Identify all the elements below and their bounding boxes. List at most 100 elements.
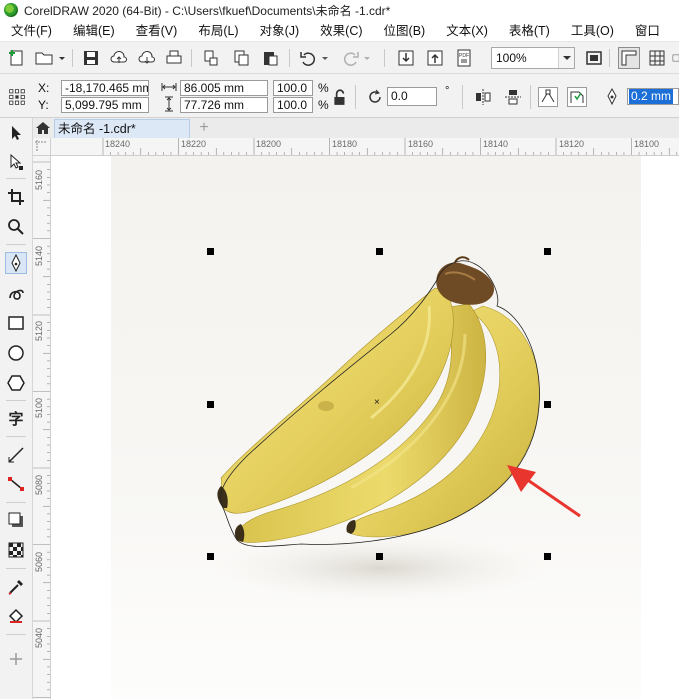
pdf-icon[interactable]: PDF [453,47,475,69]
ruler-label: 18140 [483,139,509,149]
home-icon[interactable] [33,118,53,138]
cloud-upload-icon[interactable] [108,47,130,69]
export-icon[interactable] [424,47,446,69]
menu-tools[interactable]: 工具(O) [560,20,624,42]
scale-width-input[interactable]: 100.0 [273,80,313,96]
ruler-label: 18200 [256,139,282,149]
freehand-tool-icon[interactable] [5,252,27,274]
rectangle-tool-icon[interactable] [5,312,27,334]
height-icon [160,96,178,112]
cut-icon[interactable] [200,47,222,69]
x-position-input[interactable]: -18,170.465 mm [61,80,149,96]
vertical-ruler[interactable]: 5160 5140 5120 5100 5080 5060 5040 [33,156,51,699]
copy-icon[interactable] [230,47,252,69]
open-folder-icon[interactable] [33,47,55,69]
mirror-horizontal-icon[interactable] [473,87,493,107]
connector-tool-icon[interactable] [5,473,27,495]
outline-pen-icon [604,87,620,107]
degree-label: ° [445,85,450,97]
width-input[interactable]: 86.005 mm [180,80,268,96]
height-input[interactable]: 77.726 mm [180,97,268,113]
svg-text:字: 字 [8,410,23,427]
chevron-down-icon[interactable] [558,48,574,68]
wrap-text-icon[interactable] [567,87,587,107]
selection-handle-left[interactable] [207,401,214,408]
selection-handle-top[interactable] [376,248,383,255]
rulers-icon[interactable] [618,47,640,69]
dimension-tool-icon[interactable] [5,444,27,466]
scale-height-input[interactable]: 100.0 [273,97,313,113]
new-document-icon[interactable] [6,47,28,69]
full-screen-icon[interactable] [583,47,605,69]
open-dropdown-icon[interactable] [55,47,69,69]
annotation-arrow [507,465,581,518]
selection-handle-bottom-left[interactable] [207,553,214,560]
percent-label: % [318,98,329,112]
eyedropper-tool-icon[interactable] [5,576,27,598]
paste-icon[interactable] [259,47,281,69]
menu-bitmaps[interactable]: 位图(B) [373,20,436,42]
drawing-canvas[interactable]: × [51,156,679,699]
menu-edit[interactable]: 编辑(E) [62,20,125,42]
menu-effects[interactable]: 效果(C) [309,20,372,42]
pick-tool-icon[interactable] [5,122,27,144]
menu-view[interactable]: 查看(V) [125,20,188,42]
artistic-media-icon[interactable] [5,282,27,304]
shape-tool-icon[interactable] [5,151,27,173]
rotation-input[interactable]: 0.0 [387,87,437,106]
interactive-fill-icon[interactable] [5,605,27,627]
undo-dropdown-icon[interactable] [319,47,331,69]
menu-text[interactable]: 文本(X) [435,20,498,42]
ruler-origin[interactable] [33,138,51,156]
tab-document[interactable]: 未命名 -1.cdr* [54,119,190,138]
undo-icon[interactable] [297,47,319,69]
zoom-level-combo[interactable]: 100% [491,47,575,69]
text-tool-icon[interactable]: 字 [5,407,27,429]
redo-icon[interactable] [340,47,362,69]
zoom-level-value[interactable]: 100% [492,51,558,65]
selection-handle-top-left[interactable] [207,248,214,255]
object-origin-icon[interactable] [5,86,29,108]
menu-window[interactable]: 窗口 [624,20,670,42]
menu-object[interactable]: 对象(J) [249,20,310,42]
print-icon[interactable] [163,47,185,69]
selection-handle-top-right[interactable] [544,248,551,255]
menu-bar: 文件(F) 编辑(E) 查看(V) 布局(L) 对象(J) 效果(C) 位图(B… [0,20,679,42]
ruler-label: 5040 [34,627,44,648]
drop-shadow-icon[interactable] [5,509,27,531]
selection-handle-bottom[interactable] [376,553,383,560]
redo-dropdown-icon[interactable] [361,47,373,69]
y-position-input[interactable]: 5,099.795 mm [61,97,149,113]
lock-ratio-icon[interactable] [332,89,348,105]
selection-center-mark[interactable]: × [374,398,380,408]
new-tab-icon[interactable]: + [194,118,214,138]
ruler-label: 5160 [34,169,44,190]
save-icon[interactable] [80,47,102,69]
ruler-label: 5060 [34,551,44,572]
grid-icon[interactable] [646,47,668,69]
node-edit-icon[interactable] [538,87,558,107]
window-title: CorelDRAW 2020 (64-Bit) - C:\Users\fkuef… [24,3,391,18]
horizontal-ruler[interactable]: 18240 18220 18200 18180 18160 18140 1812… [51,138,679,156]
menu-file[interactable]: 文件(F) [0,20,62,42]
polygon-tool-icon[interactable] [5,372,27,394]
mirror-vertical-icon[interactable] [503,87,523,107]
app-logo-icon [4,3,18,17]
selection-handle-bottom-right[interactable] [544,553,551,560]
crop-tool-icon[interactable] [5,186,27,208]
banana-shadow [211,534,551,602]
ellipse-tool-icon[interactable] [5,342,27,364]
banana-image[interactable] [51,156,679,699]
ruler-label: 5100 [34,397,44,418]
add-tool-icon[interactable] [5,648,27,670]
cloud-download-icon[interactable] [136,47,158,69]
zoom-tool-icon[interactable] [5,216,27,238]
selection-handle-right[interactable] [544,401,551,408]
menu-table[interactable]: 表格(T) [498,20,560,42]
outline-width-value[interactable]: 0.2 mm [629,89,674,104]
guidelines-icon[interactable] [672,47,679,69]
outline-width-input[interactable]: 0.2 mm [627,88,679,105]
menu-layout[interactable]: 布局(L) [187,20,248,42]
import-icon[interactable] [395,47,417,69]
transparency-tool-icon[interactable] [5,539,27,561]
